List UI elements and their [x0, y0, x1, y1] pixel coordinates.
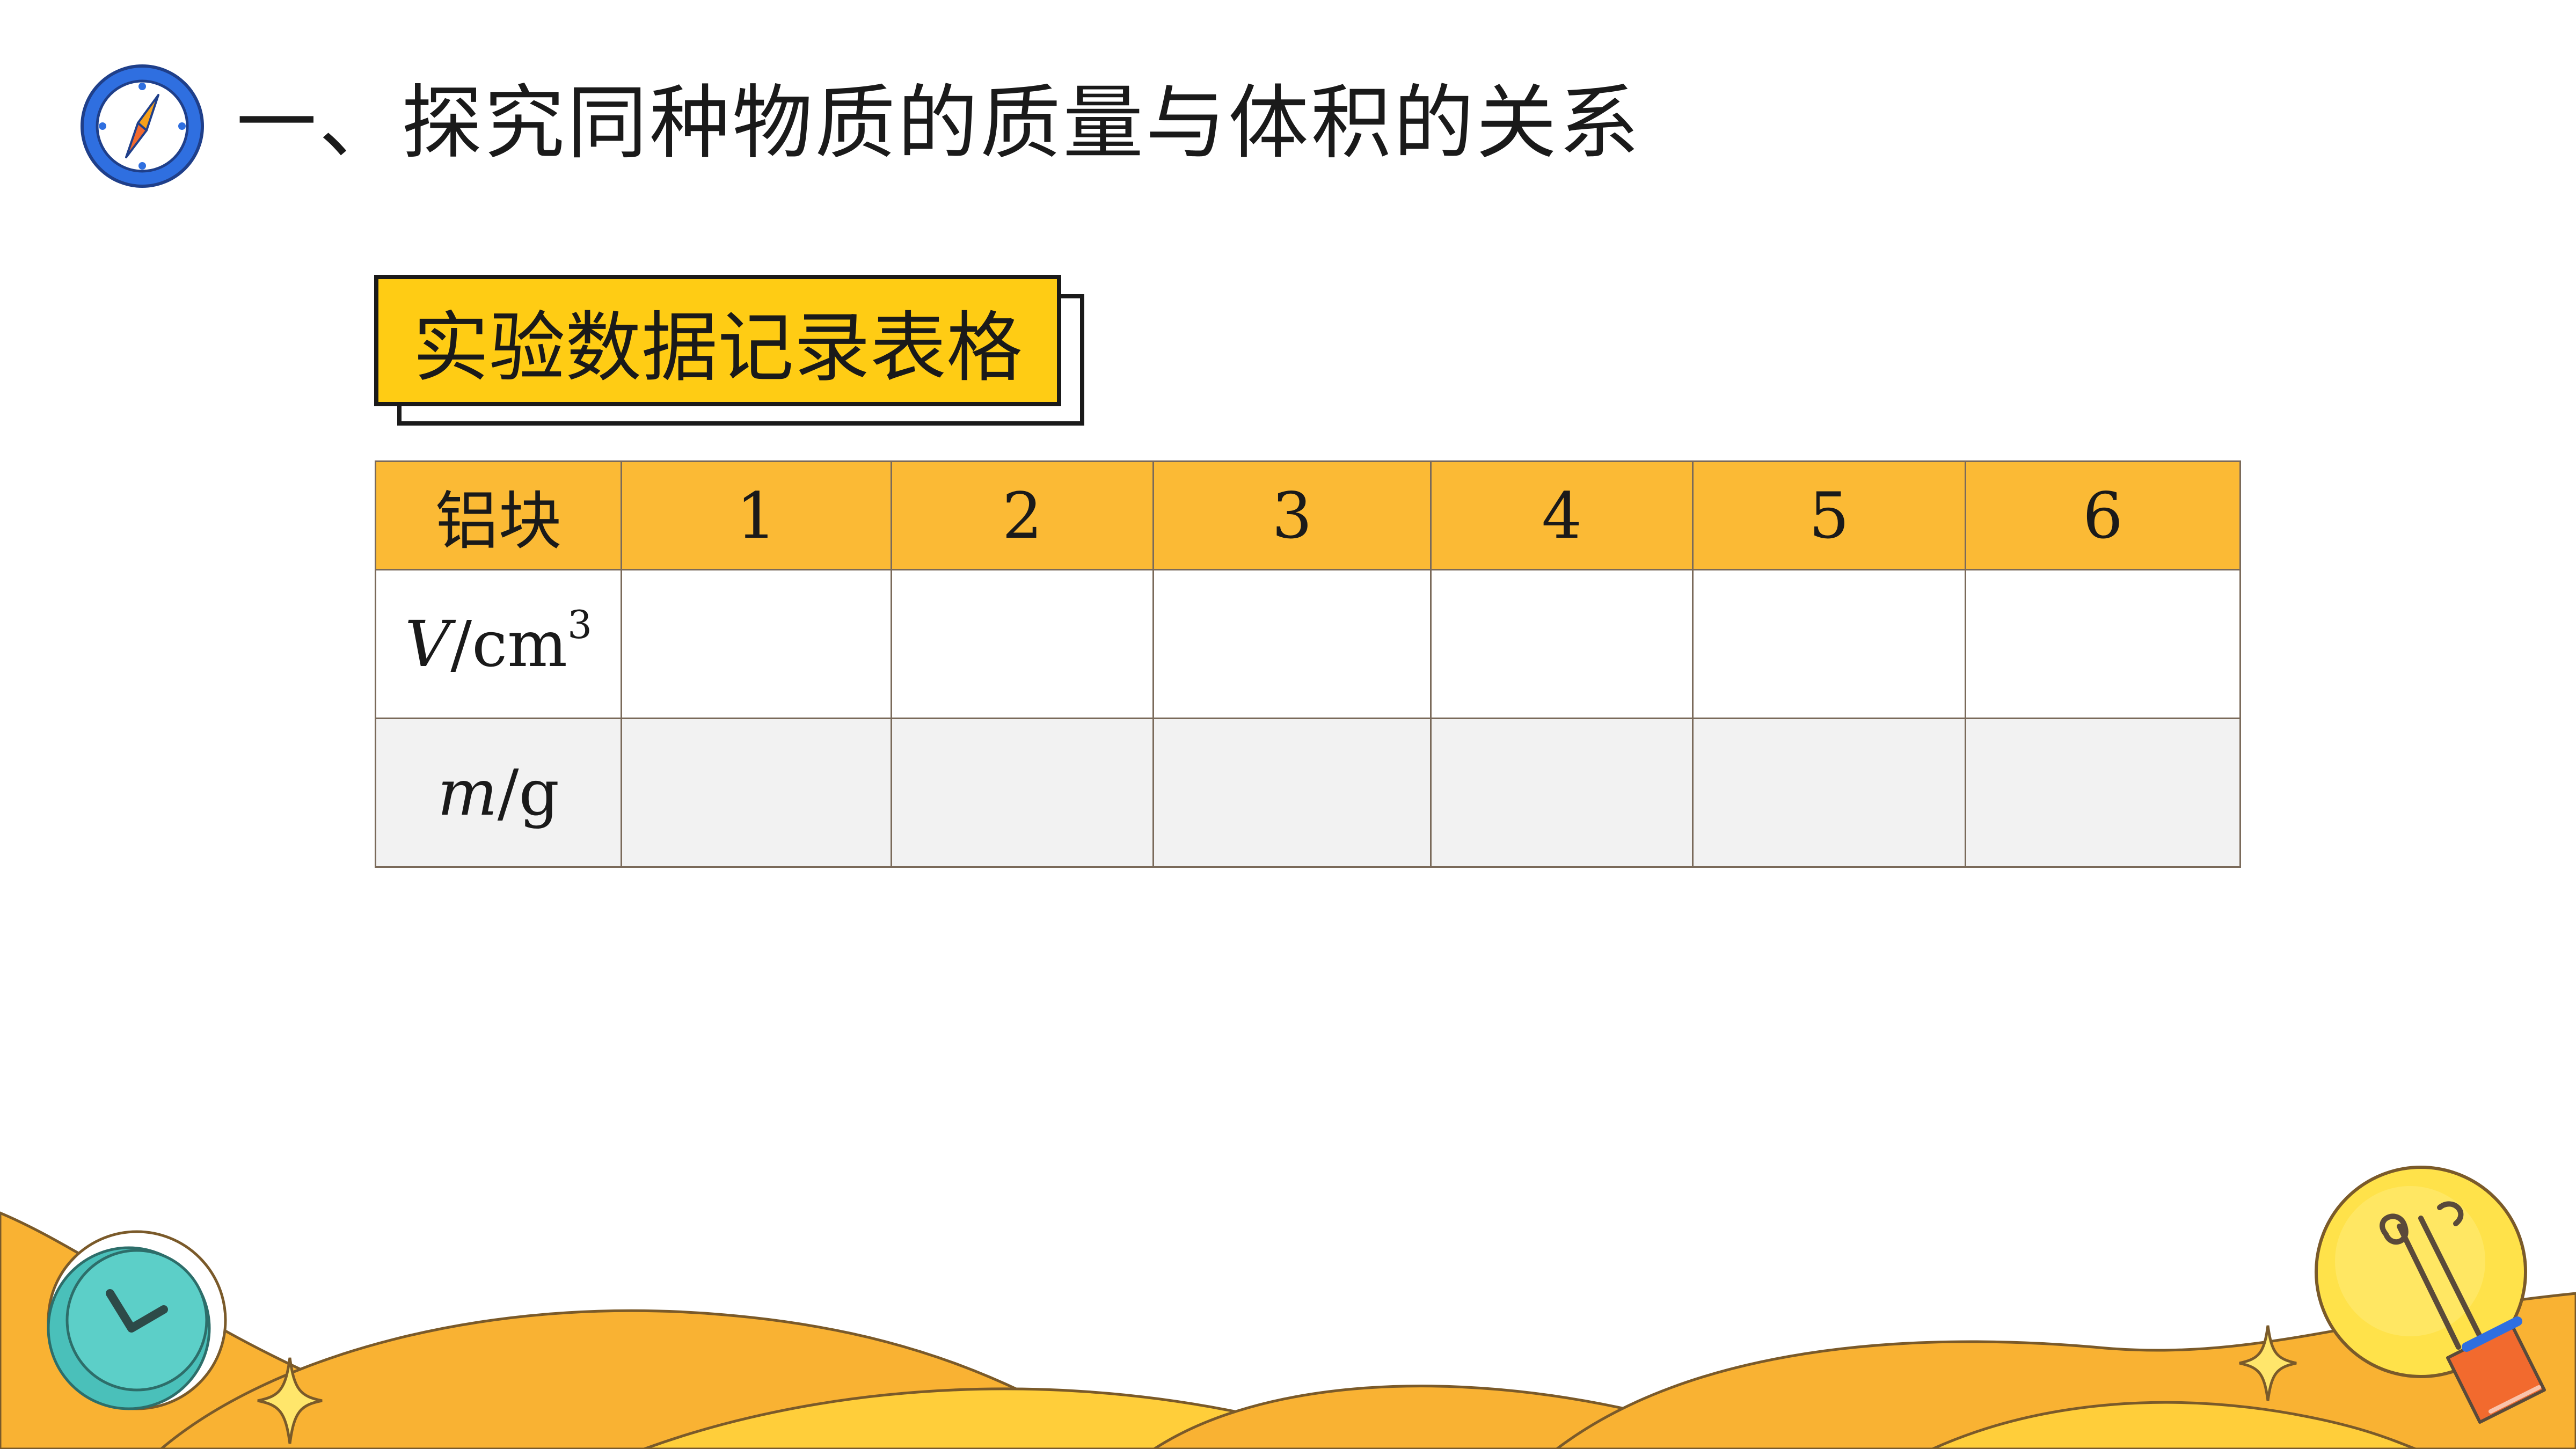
section-label-text: 实验数据记录表格	[413, 303, 1023, 392]
data-cell[interactable]	[1152, 718, 1432, 868]
header-column-cell: 5	[1692, 460, 1966, 570]
row-label-volume: V/cm3	[375, 569, 622, 719]
header-label-cell: 铝块	[375, 460, 622, 570]
section-label: 实验数据记录表格	[374, 275, 1061, 406]
mass-unit: /g	[497, 756, 560, 830]
data-cell[interactable]	[1430, 569, 1694, 719]
compass-icon	[81, 64, 204, 188]
header-column-cell: 1	[621, 460, 892, 570]
volume-unit-exponent: 3	[567, 602, 592, 647]
data-cell[interactable]	[621, 569, 892, 719]
page-title: 一、探究同种物质的质量与体积的关系	[236, 77, 1642, 170]
clock-icon	[47, 1230, 227, 1410]
header-column-cell: 6	[1965, 460, 2241, 570]
header-column-cell: 2	[891, 460, 1154, 570]
data-cell[interactable]	[891, 718, 1154, 868]
header-column-cell: 4	[1430, 460, 1694, 570]
data-table: 铝块 1 2 3 4 5 6 V/cm3 m/g	[375, 460, 2241, 868]
table-header-row: 铝块 1 2 3 4 5 6	[375, 460, 2241, 570]
data-cell[interactable]	[1692, 718, 1966, 868]
data-cell[interactable]	[1152, 569, 1432, 719]
data-cell[interactable]	[891, 569, 1154, 719]
row-label-mass: m/g	[375, 718, 622, 868]
data-cell[interactable]	[1965, 569, 2241, 719]
table-row-volume: V/cm3	[375, 569, 2241, 719]
data-cell[interactable]	[1692, 569, 1966, 719]
volume-symbol: V	[405, 607, 451, 681]
data-cell[interactable]	[621, 718, 892, 868]
mass-symbol: m	[437, 756, 498, 830]
data-cell[interactable]	[1430, 718, 1694, 868]
background-hills	[0, 1211, 2576, 1449]
data-cell[interactable]	[1965, 718, 2241, 868]
bottom-decoration	[0, 1166, 2576, 1449]
table-row-mass: m/g	[375, 718, 2241, 868]
header-column-cell: 3	[1152, 460, 1432, 570]
volume-unit: /cm	[450, 607, 568, 681]
